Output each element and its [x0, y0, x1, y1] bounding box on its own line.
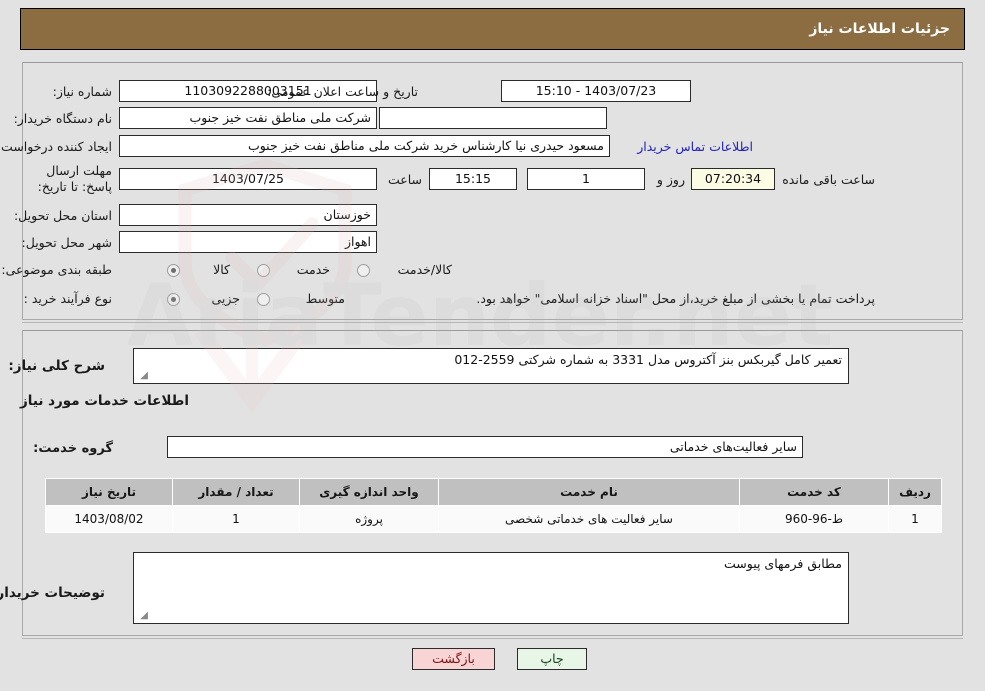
back-button[interactable]: بازگشت — [412, 648, 495, 670]
treasury-note-label: پرداخت تمام یا بخشی از مبلغ خرید،از محل … — [476, 291, 875, 306]
services-table: ردیف کد خدمت نام خدمت واحد اندازه گیری ت… — [45, 478, 942, 533]
buyer-notes-label: توضیحات خریدار: — [0, 585, 105, 601]
services-heading: اطلاعات خدمات مورد نیاز — [19, 393, 189, 409]
cell-date: 1403/08/02 — [45, 505, 173, 533]
category-label: طبقه بندی موضوعی: — [1, 262, 112, 277]
radio-process-motavaset-label[interactable]: متوسط — [306, 291, 345, 307]
announce-datetime-value[interactable]: 1403/07/23 - 15:10 — [501, 80, 691, 102]
service-group-label: گروه خدمت: — [33, 441, 113, 456]
buyer-notes-value: مطابق فرمهای پیوست — [724, 556, 842, 571]
remaining-days-label: روز و — [656, 172, 685, 187]
deadline-hour-label: ساعت — [387, 172, 422, 187]
requester-label: ایجاد کننده درخواست: — [0, 139, 112, 154]
radio-category-kala-khedmat[interactable] — [357, 264, 370, 277]
radio-category-kala[interactable] — [167, 264, 180, 277]
table-header-row: ردیف کد خدمت نام خدمت واحد اندازه گیری ت… — [45, 478, 942, 506]
cell-name: سایر فعالیت های خدماتی شخصی — [438, 505, 740, 533]
col-code: کد خدمت — [739, 478, 889, 506]
city-value[interactable]: اهواز — [119, 231, 377, 253]
cell-unit: پروژه — [299, 505, 439, 533]
requester-value[interactable]: مسعود حیدری نیا کارشناس خرید شرکت ملی من… — [119, 135, 610, 157]
remaining-days-value[interactable]: 1 — [527, 168, 645, 190]
remaining-time-suffix: ساعت باقی مانده — [782, 172, 875, 187]
page-title: جزئیات اطلاعات نیاز — [809, 21, 950, 37]
radio-category-kala-khedmat-label[interactable]: کالا/خدمت — [398, 262, 452, 278]
service-group-value[interactable]: سایر فعالیت‌های خدماتی — [167, 436, 803, 458]
buyer-org-overflow-field[interactable] — [379, 107, 607, 129]
cell-row: 1 — [888, 505, 942, 533]
buyer-contact-link[interactable]: اطلاعات تماس خریدار — [637, 139, 753, 155]
city-label: شهر محل تحویل: — [21, 235, 112, 250]
buyer-org-label: نام دستگاه خریدار: — [13, 111, 112, 126]
summary-value: تعمیر کامل گیربکس بنز آکتروس مدل 3331 به… — [454, 352, 842, 367]
resize-grip-icon-2[interactable]: ◢ — [136, 610, 148, 622]
radio-process-jozei-label[interactable]: جزیی — [211, 291, 240, 307]
buyer-notes-textarea[interactable]: مطابق فرمهای پیوست ◢ — [133, 552, 849, 624]
col-qty: تعداد / مقدار — [172, 478, 300, 506]
col-row: ردیف — [888, 478, 942, 506]
need-number-label: شماره نیاز: — [52, 84, 112, 99]
section-divider-2 — [22, 638, 963, 639]
radio-category-kala-label[interactable]: کالا — [213, 262, 230, 278]
cell-qty: 1 — [172, 505, 300, 533]
page-header: جزئیات اطلاعات نیاز — [20, 8, 965, 50]
buyer-org-value[interactable]: شرکت ملی مناطق نفت خیز جنوب — [119, 107, 377, 129]
section-divider-1 — [22, 322, 963, 323]
announce-datetime-label: تاریخ و ساعت اعلان عمومی: — [267, 84, 418, 99]
col-name: نام خدمت — [438, 478, 740, 506]
deadline-label: مهلت ارسال پاسخ: تا تاریخ: — [37, 163, 112, 194]
radio-process-jozei[interactable] — [167, 293, 180, 306]
deadline-time-value[interactable]: 15:15 — [429, 168, 517, 190]
province-label: استان محل تحویل: — [13, 208, 112, 223]
summary-label: شرح کلی نیاز: — [8, 358, 105, 374]
radio-process-motavaset[interactable] — [257, 293, 270, 306]
table-row: 1 ط-96-960 سایر فعالیت های خدماتی شخصی پ… — [45, 505, 942, 533]
cell-code: ط-96-960 — [739, 505, 889, 533]
page-root: AriaTender.net جزئیات اطلاعات نیاز شماره… — [0, 0, 985, 691]
resize-grip-icon[interactable]: ◢ — [136, 370, 148, 382]
print-button[interactable]: چاپ — [517, 648, 587, 670]
col-unit: واحد اندازه گیری — [299, 478, 439, 506]
radio-category-khedmat-label[interactable]: خدمت — [297, 262, 330, 278]
remaining-clock-value: 07:20:34 — [691, 168, 775, 190]
summary-textarea[interactable]: تعمیر کامل گیربکس بنز آکتروس مدل 3331 به… — [133, 348, 849, 384]
col-date: تاریخ نیاز — [45, 478, 173, 506]
deadline-date-value[interactable]: 1403/07/25 — [119, 168, 377, 190]
process-label: نوع فرآیند خرید : — [23, 291, 112, 306]
province-value[interactable]: خوزستان — [119, 204, 377, 226]
radio-category-khedmat[interactable] — [257, 264, 270, 277]
